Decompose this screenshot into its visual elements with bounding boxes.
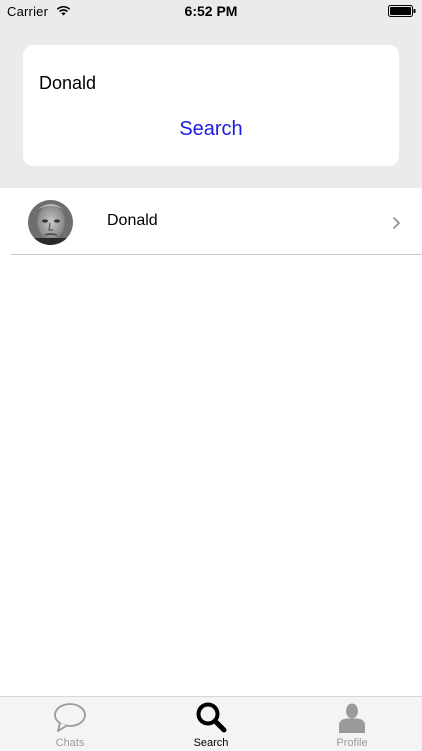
tab-label-profile: Profile [336,737,368,749]
result-row[interactable]: Donald [0,188,422,255]
search-input[interactable] [39,70,379,96]
chevron-right-icon [392,216,401,230]
battery-icon [388,5,416,17]
tab-profile[interactable]: Profile [282,697,422,751]
tab-chats[interactable]: Chats [0,697,140,751]
status-bar: Carrier 6:52 PM [0,0,422,24]
search-button[interactable]: Search [23,115,399,143]
row-divider [11,254,422,255]
search-card: Search [23,45,399,166]
avatar-photo [28,200,73,245]
magnifier-icon [196,702,227,733]
tab-label-chats: Chats [55,737,85,749]
avatar [28,200,73,245]
contact-name: Donald [107,212,158,229]
tab-bar: Chats Search Profile [0,696,422,751]
tab-search[interactable]: Search [141,697,281,751]
search-panel: Search [0,24,422,188]
person-icon [339,703,365,733]
tab-label-search: Search [193,737,229,749]
status-time: 6:52 PM [184,3,238,19]
chat-bubble-icon [54,703,86,732]
